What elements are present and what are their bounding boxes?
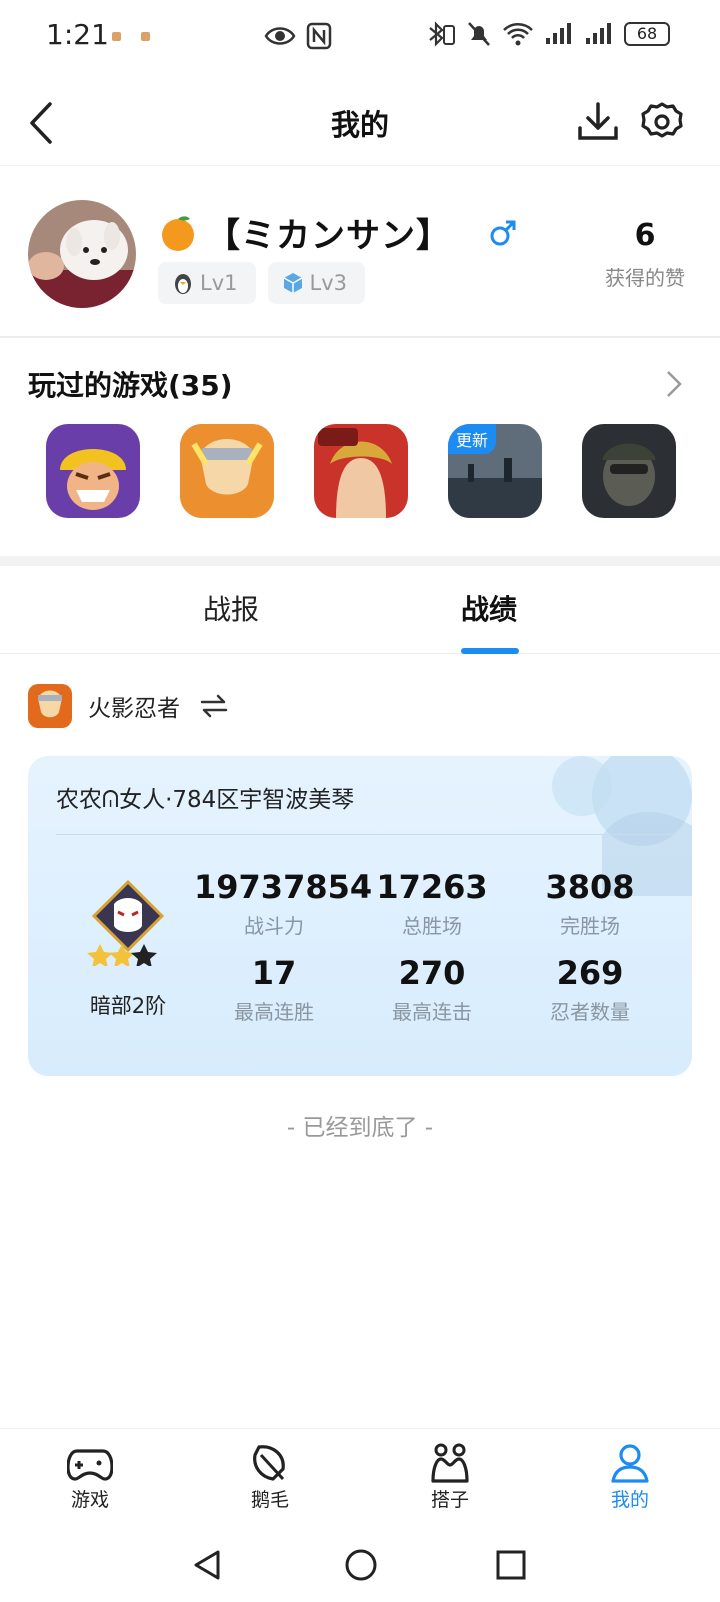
active-tab-indicator xyxy=(461,648,519,654)
gamepad-icon xyxy=(67,1449,113,1481)
end-of-list-text: - 已经到底了 - xyxy=(286,1115,434,1141)
download-icon[interactable] xyxy=(576,98,620,146)
bottom-tab-games[interactable]: 游戏 xyxy=(40,1443,140,1512)
tab-battle-report[interactable]: 战报 xyxy=(203,588,259,628)
selected-game-icon xyxy=(28,684,72,728)
tab-battle-record[interactable]: 战绩 xyxy=(461,588,517,628)
wifi-icon xyxy=(503,23,533,46)
cube-icon xyxy=(283,273,302,293)
qq-level-chip[interactable]: Lv1 xyxy=(158,262,256,304)
signal-icon xyxy=(546,23,571,44)
rank-badge-icon xyxy=(87,879,165,966)
played-games-title[interactable]: 玩过的游戏(35) xyxy=(28,364,233,404)
stat-value: 269 xyxy=(556,954,624,992)
stat-value: 19737854 xyxy=(194,868,373,906)
notification-icons xyxy=(112,32,150,41)
bottom-tab-label: 搭子 xyxy=(430,1489,469,1511)
stat-label: 总胜场 xyxy=(402,914,462,938)
avatar[interactable] xyxy=(28,200,136,308)
stat-label: 最高连胜 xyxy=(234,1000,314,1024)
mute-icon xyxy=(468,22,490,46)
stat-max-combo: 270 最高连击 xyxy=(352,954,512,1025)
update-badge: 更新 xyxy=(448,424,497,454)
level-label-2: Lv3 xyxy=(309,271,348,295)
stat-label: 最高连击 xyxy=(392,1000,472,1024)
system-recent-apps-icon[interactable] xyxy=(496,1550,526,1580)
penguin-icon xyxy=(175,274,191,294)
buddy-icon xyxy=(431,1443,469,1483)
orange-icon xyxy=(162,215,194,251)
section-divider xyxy=(0,556,720,566)
rank-label: 暗部2阶 xyxy=(89,994,167,1018)
stat-total-wins: 17263 总胜场 xyxy=(352,868,512,939)
profile-header: 【ミカンサン】 Lv1 Lv3 6 获得的赞 xyxy=(0,170,720,338)
system-nav-bar xyxy=(0,1530,720,1602)
stat-perfect-wins: 3808 完胜场 xyxy=(510,868,670,939)
record-tabs: 战报 战绩 xyxy=(0,566,720,654)
game-switcher[interactable]: 火影忍者 xyxy=(28,684,228,728)
level-label-1: Lv1 xyxy=(200,271,238,295)
gear-icon[interactable] xyxy=(640,98,684,146)
bottom-tab-me[interactable]: 我的 xyxy=(580,1443,680,1512)
swap-icon[interactable] xyxy=(200,693,228,719)
nickname: 【ミカンサン】 xyxy=(206,216,451,256)
feather-icon xyxy=(253,1445,285,1481)
chevron-right-icon[interactable] xyxy=(664,368,684,400)
server-character-name: 农农ᕬ女人·784区宇智波美琴 xyxy=(56,787,355,813)
game-level-chip[interactable]: Lv3 xyxy=(267,262,365,304)
card-divider xyxy=(56,834,676,835)
stat-combat-power: 19737854 战斗力 xyxy=(194,868,373,939)
game-icon-pubg-mobile[interactable]: 更新 xyxy=(448,424,542,518)
game-icon-honor-of-kings[interactable] xyxy=(314,424,408,518)
bottom-tab-buddy[interactable]: 搭子 xyxy=(400,1443,500,1512)
system-home-icon[interactable] xyxy=(344,1548,378,1582)
game-icon-naruto[interactable] xyxy=(180,424,274,518)
stat-value: 17263 xyxy=(376,868,488,906)
game-icon-clash-of-clans[interactable] xyxy=(46,424,140,518)
likes-label: 获得的赞 xyxy=(605,266,685,290)
stat-max-win-streak: 17 最高连胜 xyxy=(194,954,354,1025)
stat-label: 完胜场 xyxy=(560,914,620,938)
played-games-list: 更新 xyxy=(46,424,676,518)
bottom-tab-label: 鹅毛 xyxy=(250,1489,289,1511)
bottom-tab-feather[interactable]: 鹅毛 xyxy=(220,1443,320,1512)
stat-value: 270 xyxy=(398,954,466,992)
stat-value: 17 xyxy=(251,954,297,992)
status-time: 1:21 xyxy=(46,18,109,51)
stat-value: 3808 xyxy=(545,868,635,906)
male-icon xyxy=(490,220,516,245)
status-right-icons: 68 xyxy=(426,20,670,48)
person-icon xyxy=(611,1444,649,1483)
bottom-tab-bar: 游戏 鹅毛 搭子 我的 xyxy=(0,1428,720,1528)
bottom-tab-label: 游戏 xyxy=(70,1489,109,1511)
battle-record-card: 农农ᕬ女人·784区宇智波美琴 暗部2阶 19737854 战斗力 17263 … xyxy=(28,756,692,1076)
selected-game-name: 火影忍者 xyxy=(88,696,180,722)
status-bar: 1:21 68 xyxy=(0,0,720,76)
battery-icon: 68 xyxy=(624,22,670,46)
top-nav: 我的 xyxy=(0,80,720,166)
stat-label: 战斗力 xyxy=(244,914,304,938)
status-middle-icons xyxy=(264,22,332,50)
bottom-tab-label: 我的 xyxy=(610,1489,649,1511)
game-icon-call-of-duty[interactable] xyxy=(582,424,676,518)
nfc-icon xyxy=(306,22,332,50)
played-games-section: 玩过的游戏(35) 更新 xyxy=(0,340,720,556)
likes-count: 6 xyxy=(634,218,656,253)
level-badges: Lv1 Lv3 xyxy=(158,262,365,304)
nickname-row: 【ミカンサン】 xyxy=(158,208,517,257)
eye-icon xyxy=(264,27,296,45)
system-back-icon[interactable] xyxy=(190,1548,224,1582)
stat-label: 忍者数量 xyxy=(550,1000,630,1024)
stat-ninja-count: 269 忍者数量 xyxy=(510,954,670,1025)
signal-icon-2 xyxy=(586,23,611,44)
bluetooth-icon xyxy=(429,21,455,47)
